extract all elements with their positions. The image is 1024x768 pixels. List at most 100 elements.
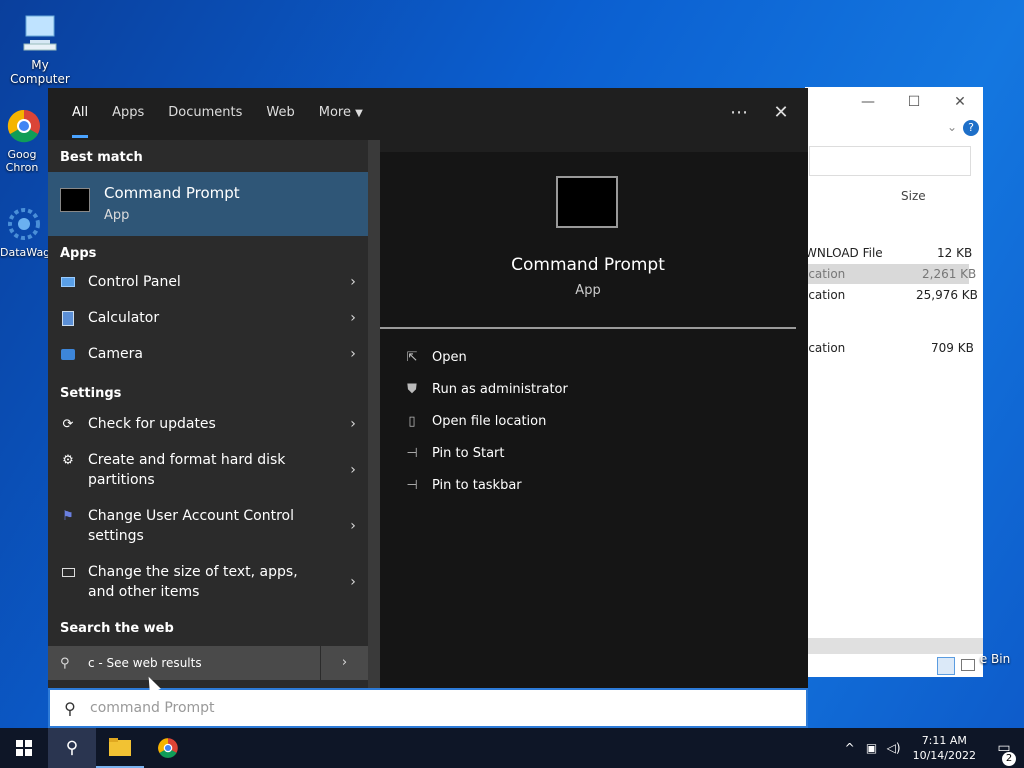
taskbar-chrome[interactable]: [144, 728, 192, 768]
best-match-command-prompt[interactable]: Command Prompt App: [48, 172, 368, 236]
chevron-right-icon[interactable]: ›: [338, 574, 368, 590]
result-label: Camera: [88, 346, 143, 362]
result-label: Change the size of text, apps, and other…: [88, 564, 298, 600]
section-settings: Settings: [60, 386, 122, 401]
volume-icon[interactable]: ◁): [883, 741, 905, 755]
search-icon: ⚲: [60, 655, 70, 671]
taskbar-file-explorer[interactable]: [96, 728, 144, 768]
tab-more[interactable]: More ▼: [307, 88, 375, 140]
command-prompt-icon: [60, 188, 90, 212]
open-icon: ⇱: [406, 350, 418, 365]
chevron-right-icon[interactable]: ›: [338, 462, 368, 478]
file-size-cell: 25,976 KB: [916, 288, 978, 302]
result-label: Create and format hard disk partitions: [88, 452, 286, 488]
admin-icon: ⛊: [407, 382, 417, 397]
result-change-uac[interactable]: ⚑ Change User Account Control settings ›: [48, 498, 368, 554]
desktop-icon-my-computer[interactable]: My Computer: [0, 10, 80, 86]
chrome-icon: [6, 108, 42, 144]
explorer-search-box[interactable]: [809, 146, 971, 176]
control-panel-icon: [60, 274, 76, 290]
file-type-cell: ication: [805, 288, 846, 302]
system-tray: ^ ▣ ◁) 7:11 AM 10/14/2022 ▭ 2: [839, 728, 1024, 768]
horizontal-scrollbar[interactable]: [805, 638, 983, 654]
notification-center-button[interactable]: ▭ 2: [984, 740, 1024, 766]
network-icon[interactable]: ▣: [861, 741, 883, 755]
tab-web[interactable]: Web: [254, 88, 306, 140]
search-icon: ⚲: [64, 698, 76, 718]
action-label: Open file location: [432, 414, 547, 429]
result-create-format-partitions[interactable]: ⚙ Create and format hard disk partitions…: [48, 442, 368, 498]
chevron-right-icon[interactable]: ›: [338, 518, 368, 534]
maximize-icon[interactable]: ☐: [891, 94, 937, 110]
chevron-up-icon[interactable]: ^: [839, 741, 861, 755]
result-check-for-updates[interactable]: ⟳ Check for updates ›: [48, 406, 368, 442]
clock[interactable]: 7:11 AM 10/14/2022: [905, 733, 984, 763]
caret-down-icon: ▼: [355, 108, 363, 119]
action-open[interactable]: ⇱ Open: [402, 350, 467, 365]
web-result-item[interactable]: ⚲ c - See web results ›: [48, 646, 368, 680]
desktop-icon-chrome[interactable]: Goog Chron: [0, 108, 48, 174]
result-label: Change User Account Control settings: [88, 508, 294, 544]
close-icon[interactable]: ✕: [760, 88, 802, 140]
details-view-icon[interactable]: [937, 657, 955, 675]
help-icon[interactable]: ?: [963, 120, 979, 136]
result-calculator[interactable]: Calculator ›: [48, 300, 368, 336]
chevron-right-icon[interactable]: ›: [338, 274, 368, 290]
file-type-cell: WNLOAD File: [805, 246, 883, 260]
file-size-cell: 12 KB: [937, 246, 973, 260]
notification-badge: 2: [1002, 752, 1016, 766]
minimize-icon[interactable]: —: [845, 94, 891, 110]
taskbar: ⚲ ^ ▣ ◁) 7:11 AM 10/14/2022 ▭ 2: [0, 728, 1024, 768]
action-pin-to-taskbar[interactable]: ⊣ Pin to taskbar: [402, 478, 521, 493]
windows-icon: [16, 740, 32, 756]
chevron-right-icon[interactable]: ›: [320, 646, 368, 680]
result-change-text-size[interactable]: Change the size of text, apps, and other…: [48, 554, 368, 610]
file-type-cell: ication: [805, 267, 846, 281]
flag-icon: ⚑: [62, 508, 74, 524]
clock-time: 7:11 AM: [921, 734, 967, 747]
tab-documents[interactable]: Documents: [156, 88, 254, 140]
section-search-web: Search the web: [60, 621, 174, 636]
web-result-label: c - See web results: [88, 656, 202, 670]
action-run-as-admin[interactable]: ⛊ Run as administrator: [402, 382, 568, 397]
search-icon: ⚲: [65, 738, 79, 758]
taskbar-search-button[interactable]: ⚲: [48, 728, 96, 768]
desktop-icon-label: DataWag: [0, 246, 48, 259]
desktop-icon-datawag[interactable]: DataWag: [0, 206, 48, 259]
close-icon[interactable]: ✕: [937, 94, 983, 110]
chevron-right-icon[interactable]: ›: [338, 310, 368, 326]
best-match-subtitle: App: [104, 208, 130, 223]
desktop-icon-label: Goog Chron: [5, 148, 39, 174]
pin-icon: ⊣: [406, 446, 418, 461]
tab-apps[interactable]: Apps: [100, 88, 156, 140]
start-button[interactable]: [0, 728, 48, 768]
search-box[interactable]: ⚲: [48, 688, 808, 728]
tab-all[interactable]: All: [60, 88, 100, 140]
disk-icon: ⚙: [62, 452, 74, 468]
action-open-file-location[interactable]: ▯ Open file location: [402, 414, 546, 429]
datawag-icon: [6, 206, 42, 242]
section-best-match: Best match: [60, 150, 143, 165]
detail-divider: [380, 327, 796, 329]
result-control-panel[interactable]: Control Panel ›: [48, 264, 368, 300]
clock-date: 10/14/2022: [912, 749, 976, 762]
calculator-icon: [60, 310, 76, 326]
detail-pane: Command Prompt App ⇱ Open ⛊ Run as admin…: [380, 152, 808, 688]
folder-icon: [109, 738, 131, 756]
result-label: Check for updates: [88, 416, 216, 432]
results-scrollbar[interactable]: [368, 140, 380, 688]
action-label: Pin to Start: [432, 446, 505, 461]
search-input[interactable]: [90, 700, 690, 716]
chevron-down-icon[interactable]: ⌄: [947, 120, 957, 134]
search-tabs: All Apps Documents Web More ▼ ⋯ ✕: [48, 88, 808, 140]
recycle-bin-label[interactable]: e Bin: [966, 652, 1024, 666]
chevron-right-icon[interactable]: ›: [338, 346, 368, 362]
monitor-icon: [60, 564, 76, 580]
ellipsis-icon[interactable]: ⋯: [718, 88, 760, 140]
action-pin-to-start[interactable]: ⊣ Pin to Start: [402, 446, 504, 461]
result-camera[interactable]: Camera ›: [48, 336, 368, 372]
best-match-title: Command Prompt: [104, 184, 240, 202]
result-label: Control Panel: [88, 274, 181, 290]
size-column-header[interactable]: Size: [901, 189, 926, 203]
chevron-right-icon[interactable]: ›: [338, 416, 368, 432]
